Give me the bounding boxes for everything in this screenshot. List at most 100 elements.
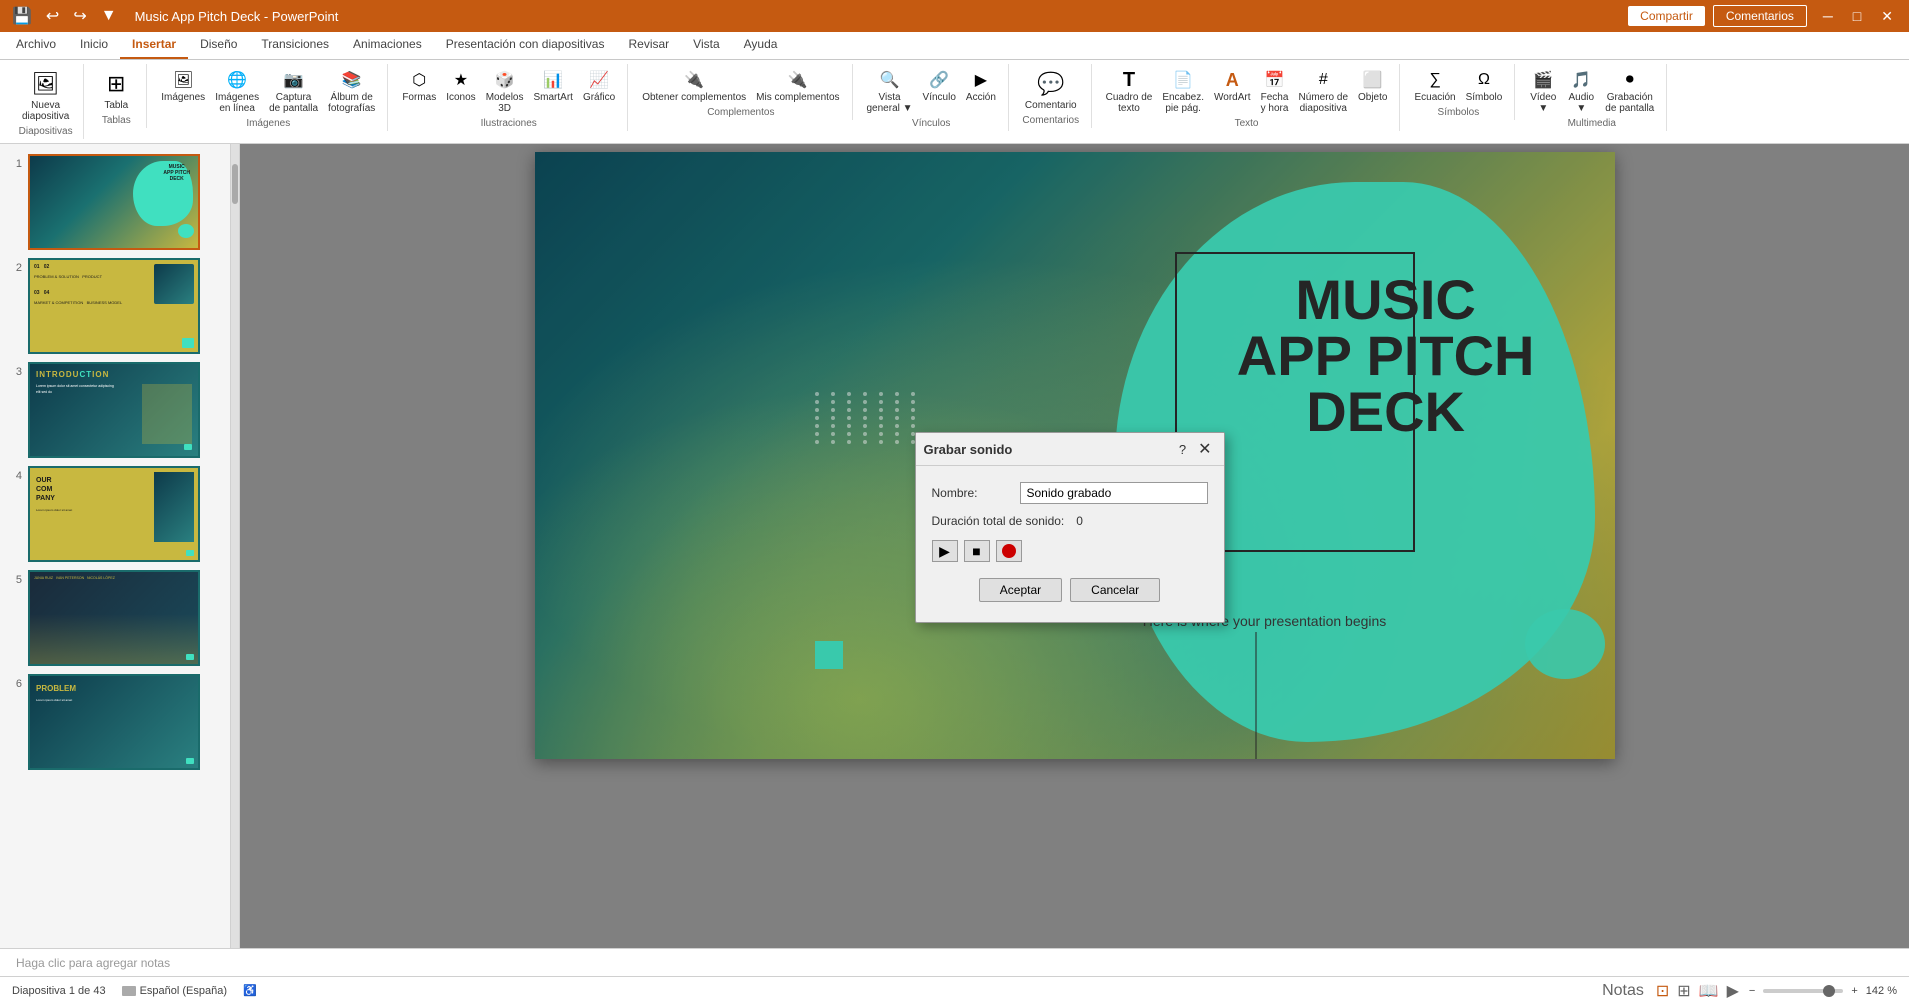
zoom-out-button[interactable]: − [1749,985,1755,997]
ecuacion-button[interactable]: ∑ Ecuación [1410,66,1459,105]
maximize-button[interactable]: □ [1845,6,1869,27]
slide-img-1[interactable]: MUSICAPP PITCHDECK [28,154,200,250]
notes-bar[interactable]: Haga clic para agregar notas [0,948,1909,976]
slide-thumb-2[interactable]: 2 01 02 PROBLEM & SOLUTION PRODUCT 03 04… [4,256,226,356]
mis-complementos-button[interactable]: 🔌 Mis complementos [752,66,843,105]
tabla-icon: ⊞ [100,68,132,100]
imagenes-icon: 🖼 [171,68,195,92]
zoom-slider[interactable] [1763,989,1843,993]
objeto-button[interactable]: ⬜ Objeto [1354,66,1391,105]
tab-vista[interactable]: Vista [681,31,731,59]
zoom-slider-thumb[interactable] [1823,985,1835,997]
share-button[interactable]: Compartir [1628,6,1705,26]
encabez-button[interactable]: 📄 Encabez.pie pág. [1158,66,1208,116]
dialog-help-button[interactable]: ? [1175,442,1190,457]
redo-icon[interactable]: ↪ [69,4,90,28]
accion-button[interactable]: ▶ Acción [962,66,1000,105]
simbolo-button[interactable]: Ω Símbolo [1462,66,1507,105]
zoom-in-button[interactable]: + [1851,985,1857,997]
grafico-button[interactable]: 📈 Gráfico [579,66,619,105]
modelos3d-icon: 🎲 [493,68,517,92]
numero-diapositiva-button[interactable]: # Número dediapositiva [1295,66,1352,116]
dialog-aceptar-button[interactable]: Aceptar [979,578,1062,602]
grabacion-pantalla-icon: ⏺ [1618,68,1642,92]
tab-diseno[interactable]: Diseño [188,31,249,59]
ribbon-group-comentarios-label: Comentarios [1022,115,1079,126]
dialog-cancelar-button[interactable]: Cancelar [1070,578,1160,602]
captura-label: Capturade pantalla [269,92,318,114]
undo-icon[interactable]: ↩ [42,4,63,28]
record-button[interactable] [996,540,1022,562]
slide-img-4[interactable]: OURCOMPANY Lorem ipsum dolor sit amet [28,466,200,562]
dialog-nombre-input[interactable] [1020,482,1208,504]
tab-transiciones[interactable]: Transiciones [249,31,341,59]
album-button[interactable]: 📚 Álbum defotografías [324,66,379,116]
tabla-button[interactable]: ⊞ Tabla [94,66,138,113]
captura-button[interactable]: 📷 Capturade pantalla [265,66,322,116]
tab-archivo[interactable]: Archivo [4,31,68,59]
modelos3d-label: Modelos3D [486,92,524,114]
slide-img-3[interactable]: INTRODUCTION Lorem ipsum dolor sit amet … [28,362,200,458]
stop-button[interactable]: ■ [964,540,990,562]
minimize-button[interactable]: ─ [1815,6,1841,27]
comentario-button[interactable]: 💬 Comentario [1019,66,1083,113]
customize-qat-icon[interactable]: ▼ [97,5,121,27]
ribbon-group-vinculos-label: Vínculos [912,118,950,129]
close-button[interactable]: ✕ [1873,6,1901,27]
slide-panel-scrollbar-thumb[interactable] [232,164,238,204]
tab-insertar[interactable]: Insertar [120,31,188,59]
reading-view-button[interactable]: 📖 [1697,979,1721,1003]
dialog-close-button[interactable]: ✕ [1194,439,1215,459]
slide-img-5[interactable]: JUNIA RUIZ IVAN PETERSON NICOLÁS LÓPEZ [28,570,200,666]
play-button[interactable]: ▶ [932,540,958,562]
ribbon-group-diapositivas-label: Diapositivas [19,126,73,137]
slide-sorter-button[interactable]: ⊞ [1675,979,1692,1003]
video-button[interactable]: 🎬 Vídeo▼ [1525,66,1561,116]
grabacion-pantalla-label: Grabaciónde pantalla [1605,92,1654,114]
slide-num-5: 5 [6,574,22,586]
formas-icon: ⬡ [407,68,431,92]
tab-inicio[interactable]: Inicio [68,31,120,59]
slideshow-button[interactable]: ▶ [1725,979,1741,1003]
slide-panel-scrollbar[interactable] [231,144,239,948]
modelos3d-button[interactable]: 🎲 Modelos3D [482,66,528,116]
cuadro-texto-button[interactable]: T Cuadro detexto [1102,66,1157,116]
notes-view-button[interactable]: Notas [1600,980,1646,1002]
wordart-button[interactable]: A WordArt [1210,66,1255,105]
slide-thumb-3[interactable]: 3 INTRODUCTION Lorem ipsum dolor sit ame… [4,360,226,460]
slide-img-6[interactable]: PROBLEM Lorem ipsum dolor sit amet [28,674,200,770]
tab-revisar[interactable]: Revisar [616,31,681,59]
slide-num-2: 2 [6,262,22,274]
save-icon[interactable]: 💾 [8,4,36,28]
formas-button[interactable]: ⬡ Formas [398,66,440,105]
accessibility-icon[interactable]: ♿ [243,984,257,997]
grabacion-pantalla-button[interactable]: ⏺ Grabaciónde pantalla [1601,66,1658,116]
audio-button[interactable]: 🎵 Audio▼ [1563,66,1599,116]
tab-presentacion[interactable]: Presentación con diapositivas [434,31,617,59]
slide-thumb-6[interactable]: 6 PROBLEM Lorem ipsum dolor sit amet [4,672,226,772]
slide-thumb-1[interactable]: 1 MUSICAPP PITCHDECK [4,152,226,252]
zoom-level[interactable]: 142 % [1866,985,1897,997]
vista-general-button[interactable]: 🔍 Vistageneral ▼ [863,66,917,116]
slide-thumb-5[interactable]: 5 JUNIA RUIZ IVAN PETERSON NICOLÁS LÓPEZ [4,568,226,668]
normal-view-button[interactable]: ⊡ [1654,979,1671,1003]
notes-placeholder[interactable]: Haga clic para agregar notas [16,956,170,970]
nueva-diapositiva-button[interactable]: 🖼 Nuevadiapositiva [16,66,75,124]
slide-canvas[interactable]: MUSIC APP PITCH DECK Here is where your … [535,152,1615,759]
comments-button[interactable]: Comentarios [1713,5,1807,27]
slide-thumb-4[interactable]: 4 OURCOMPANY Lorem ipsum dolor sit amet [4,464,226,564]
slide-img-2[interactable]: 01 02 PROBLEM & SOLUTION PRODUCT 03 04 M… [28,258,200,354]
vinculo-button[interactable]: 🔗 Vínculo [919,66,960,105]
tab-animaciones[interactable]: Animaciones [341,31,434,59]
ribbon-group-items-complementos: 🔌 Obtener complementos 🔌 Mis complemento… [638,66,843,105]
ribbon-group-complementos: 🔌 Obtener complementos 🔌 Mis complemento… [630,64,852,120]
imagenes-button[interactable]: 🖼 Imágenes [157,66,209,105]
dialog-title: Grabar sonido [924,442,1013,457]
fecha-hora-button[interactable]: 📅 Fechay hora [1257,66,1293,116]
numero-diapositiva-label: Número dediapositiva [1299,92,1348,114]
smartart-button[interactable]: 📊 SmartArt [530,66,577,105]
iconos-button[interactable]: ★ Iconos [442,66,479,105]
imagenes-online-button[interactable]: 🌐 Imágenesen línea [211,66,263,116]
tab-ayuda[interactable]: Ayuda [732,31,790,59]
obtener-complementos-button[interactable]: 🔌 Obtener complementos [638,66,750,105]
